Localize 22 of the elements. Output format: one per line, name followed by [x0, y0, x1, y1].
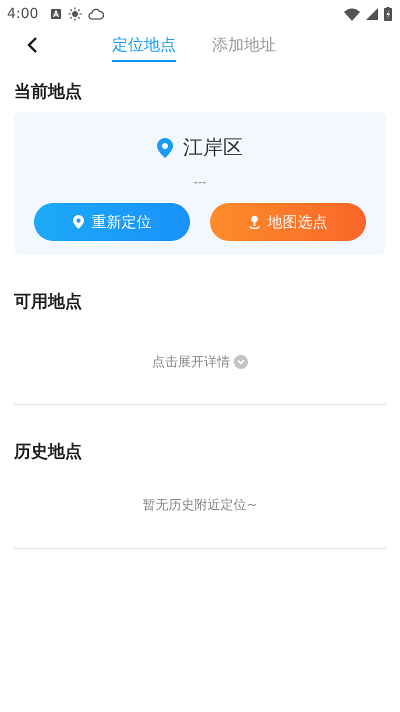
back-icon[interactable]: [26, 36, 38, 54]
sun-icon: [68, 7, 82, 21]
expand-details-link[interactable]: 点击展开详情: [145, 352, 255, 372]
tab[interactable]: 定位地点: [112, 28, 176, 62]
pin-icon: [248, 215, 260, 229]
place-detail: ---: [192, 175, 208, 189]
tab[interactable]: 添加地址: [212, 28, 276, 62]
notification-icon: [50, 8, 62, 20]
location-pin-icon: [157, 138, 173, 158]
location-pin-icon: [72, 215, 84, 229]
wifi-icon: [344, 8, 360, 20]
cloud-icon: [88, 7, 104, 21]
status-time: 4:00: [7, 6, 38, 22]
battery-icon: [384, 7, 392, 21]
empty-history-text: 暂无历史附近定位~: [142, 497, 258, 515]
section-title: 可用地点: [14, 291, 83, 314]
place-name: 江岸区: [183, 134, 243, 161]
signal-icon: [366, 8, 378, 20]
relocate-button[interactable]: 重新定位: [34, 203, 190, 241]
section-title: 当前地点: [14, 81, 83, 104]
section-title: 历史地点: [14, 441, 83, 464]
map-pick-button[interactable]: 地图选点: [210, 203, 366, 241]
